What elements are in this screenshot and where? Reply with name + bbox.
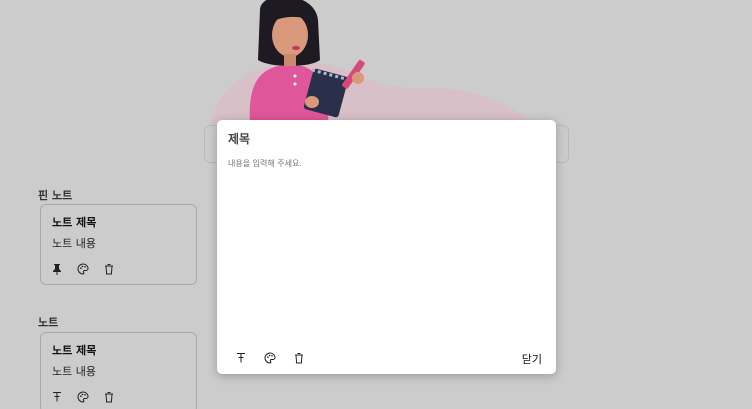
pinned-note-card[interactable]: 노트 제목 노트 내용 [40, 204, 197, 285]
trash-icon[interactable] [103, 391, 115, 403]
others-section-title: 노트 [38, 316, 59, 329]
app-page: 핀 노트 노트 제목 노트 내용 노트 노트 제목 노트 내용 제목 내용을 입… [0, 0, 752, 409]
trash-icon[interactable] [293, 352, 305, 364]
pin-icon[interactable] [51, 391, 63, 403]
pinned-section-title: 핀 노트 [38, 189, 73, 202]
palette-icon[interactable] [77, 391, 89, 403]
note-editor-modal: 닫기 [217, 120, 556, 374]
title-input[interactable] [228, 131, 538, 145]
note-title: 노트 제목 [52, 216, 97, 229]
body-textarea[interactable] [228, 158, 543, 328]
note-body: 노트 내용 [52, 365, 96, 378]
close-button[interactable]: 닫기 [522, 351, 542, 367]
hero-illustration [210, 0, 540, 125]
note-card[interactable]: 노트 제목 노트 내용 [40, 332, 197, 409]
note-title: 노트 제목 [52, 344, 97, 357]
pin-icon[interactable] [51, 263, 63, 275]
palette-icon[interactable] [264, 352, 276, 364]
note-body: 노트 내용 [52, 237, 96, 250]
pin-icon[interactable] [235, 352, 247, 364]
palette-icon[interactable] [77, 263, 89, 275]
trash-icon[interactable] [103, 263, 115, 275]
